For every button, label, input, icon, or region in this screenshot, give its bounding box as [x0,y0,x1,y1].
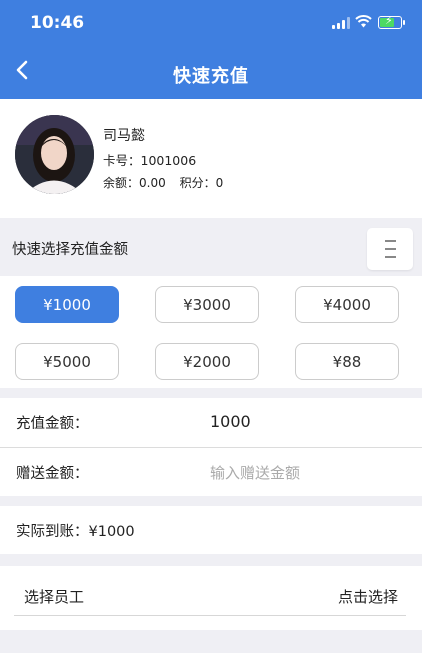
staff-select-row[interactable]: 选择员工 点击选择 [0,566,422,630]
quick-select-label: 快速选择充值金额 [12,242,128,258]
amount-option-1000[interactable]: ¥1000 [15,286,119,323]
avatar [15,115,94,194]
actual-amount-value: ¥1000 [88,524,135,540]
battery-icon: ⚡ [378,14,405,29]
amount-option-88[interactable]: ¥88 [295,343,399,380]
top-bar: 10:46 ⚡ 快速充值 [0,0,422,99]
wifi-icon [355,15,372,28]
staff-select-button[interactable]: 点击选择 [338,586,398,607]
recharge-amount-label: 充值金额： [16,416,89,432]
gift-amount-input[interactable]: 输入赠送金额 [210,462,300,483]
actual-amount-title: 实际到账： [16,524,89,540]
actual-amount-label: 实际到账：¥1000 [16,520,135,541]
member-card: 司马懿 卡号：1001006 余额：0.00 积分：0 [0,99,422,218]
amount-option-4000[interactable]: ¥4000 [295,286,399,323]
divider [0,447,422,448]
status-time: 10:46 [30,13,85,33]
member-points: 积分：0 [179,176,224,190]
quick-select-header: 快速选择充值金额 [0,228,422,272]
member-name: 司马懿 [103,128,145,144]
page-title: 快速充值 [173,66,249,87]
amount-option-5000[interactable]: ¥5000 [15,343,119,380]
amount-option-3000[interactable]: ¥3000 [155,286,259,323]
actual-amount-row: 实际到账：¥1000 [0,506,422,554]
divider [14,615,406,616]
gift-amount-label: 赠送金额： [16,466,89,482]
member-card-number: 卡号：1001006 [103,153,197,168]
staff-label: 选择员工 [24,588,85,606]
member-balance-line: 余额：0.00 积分：0 [103,174,233,191]
amount-option-2000[interactable]: ¥2000 [155,343,259,380]
amount-options: ¥1000 ¥3000 ¥4000 ¥5000 ¥2000 ¥88 [0,276,422,388]
amount-form: 充值金额： 1000 赠送金额： 输入赠送金额 [0,398,422,496]
menu-icon[interactable] [367,228,413,270]
recharge-amount-input[interactable]: 1000 [210,412,251,431]
signal-icon [332,17,350,29]
member-balance: 余额：0.00 [103,176,166,190]
